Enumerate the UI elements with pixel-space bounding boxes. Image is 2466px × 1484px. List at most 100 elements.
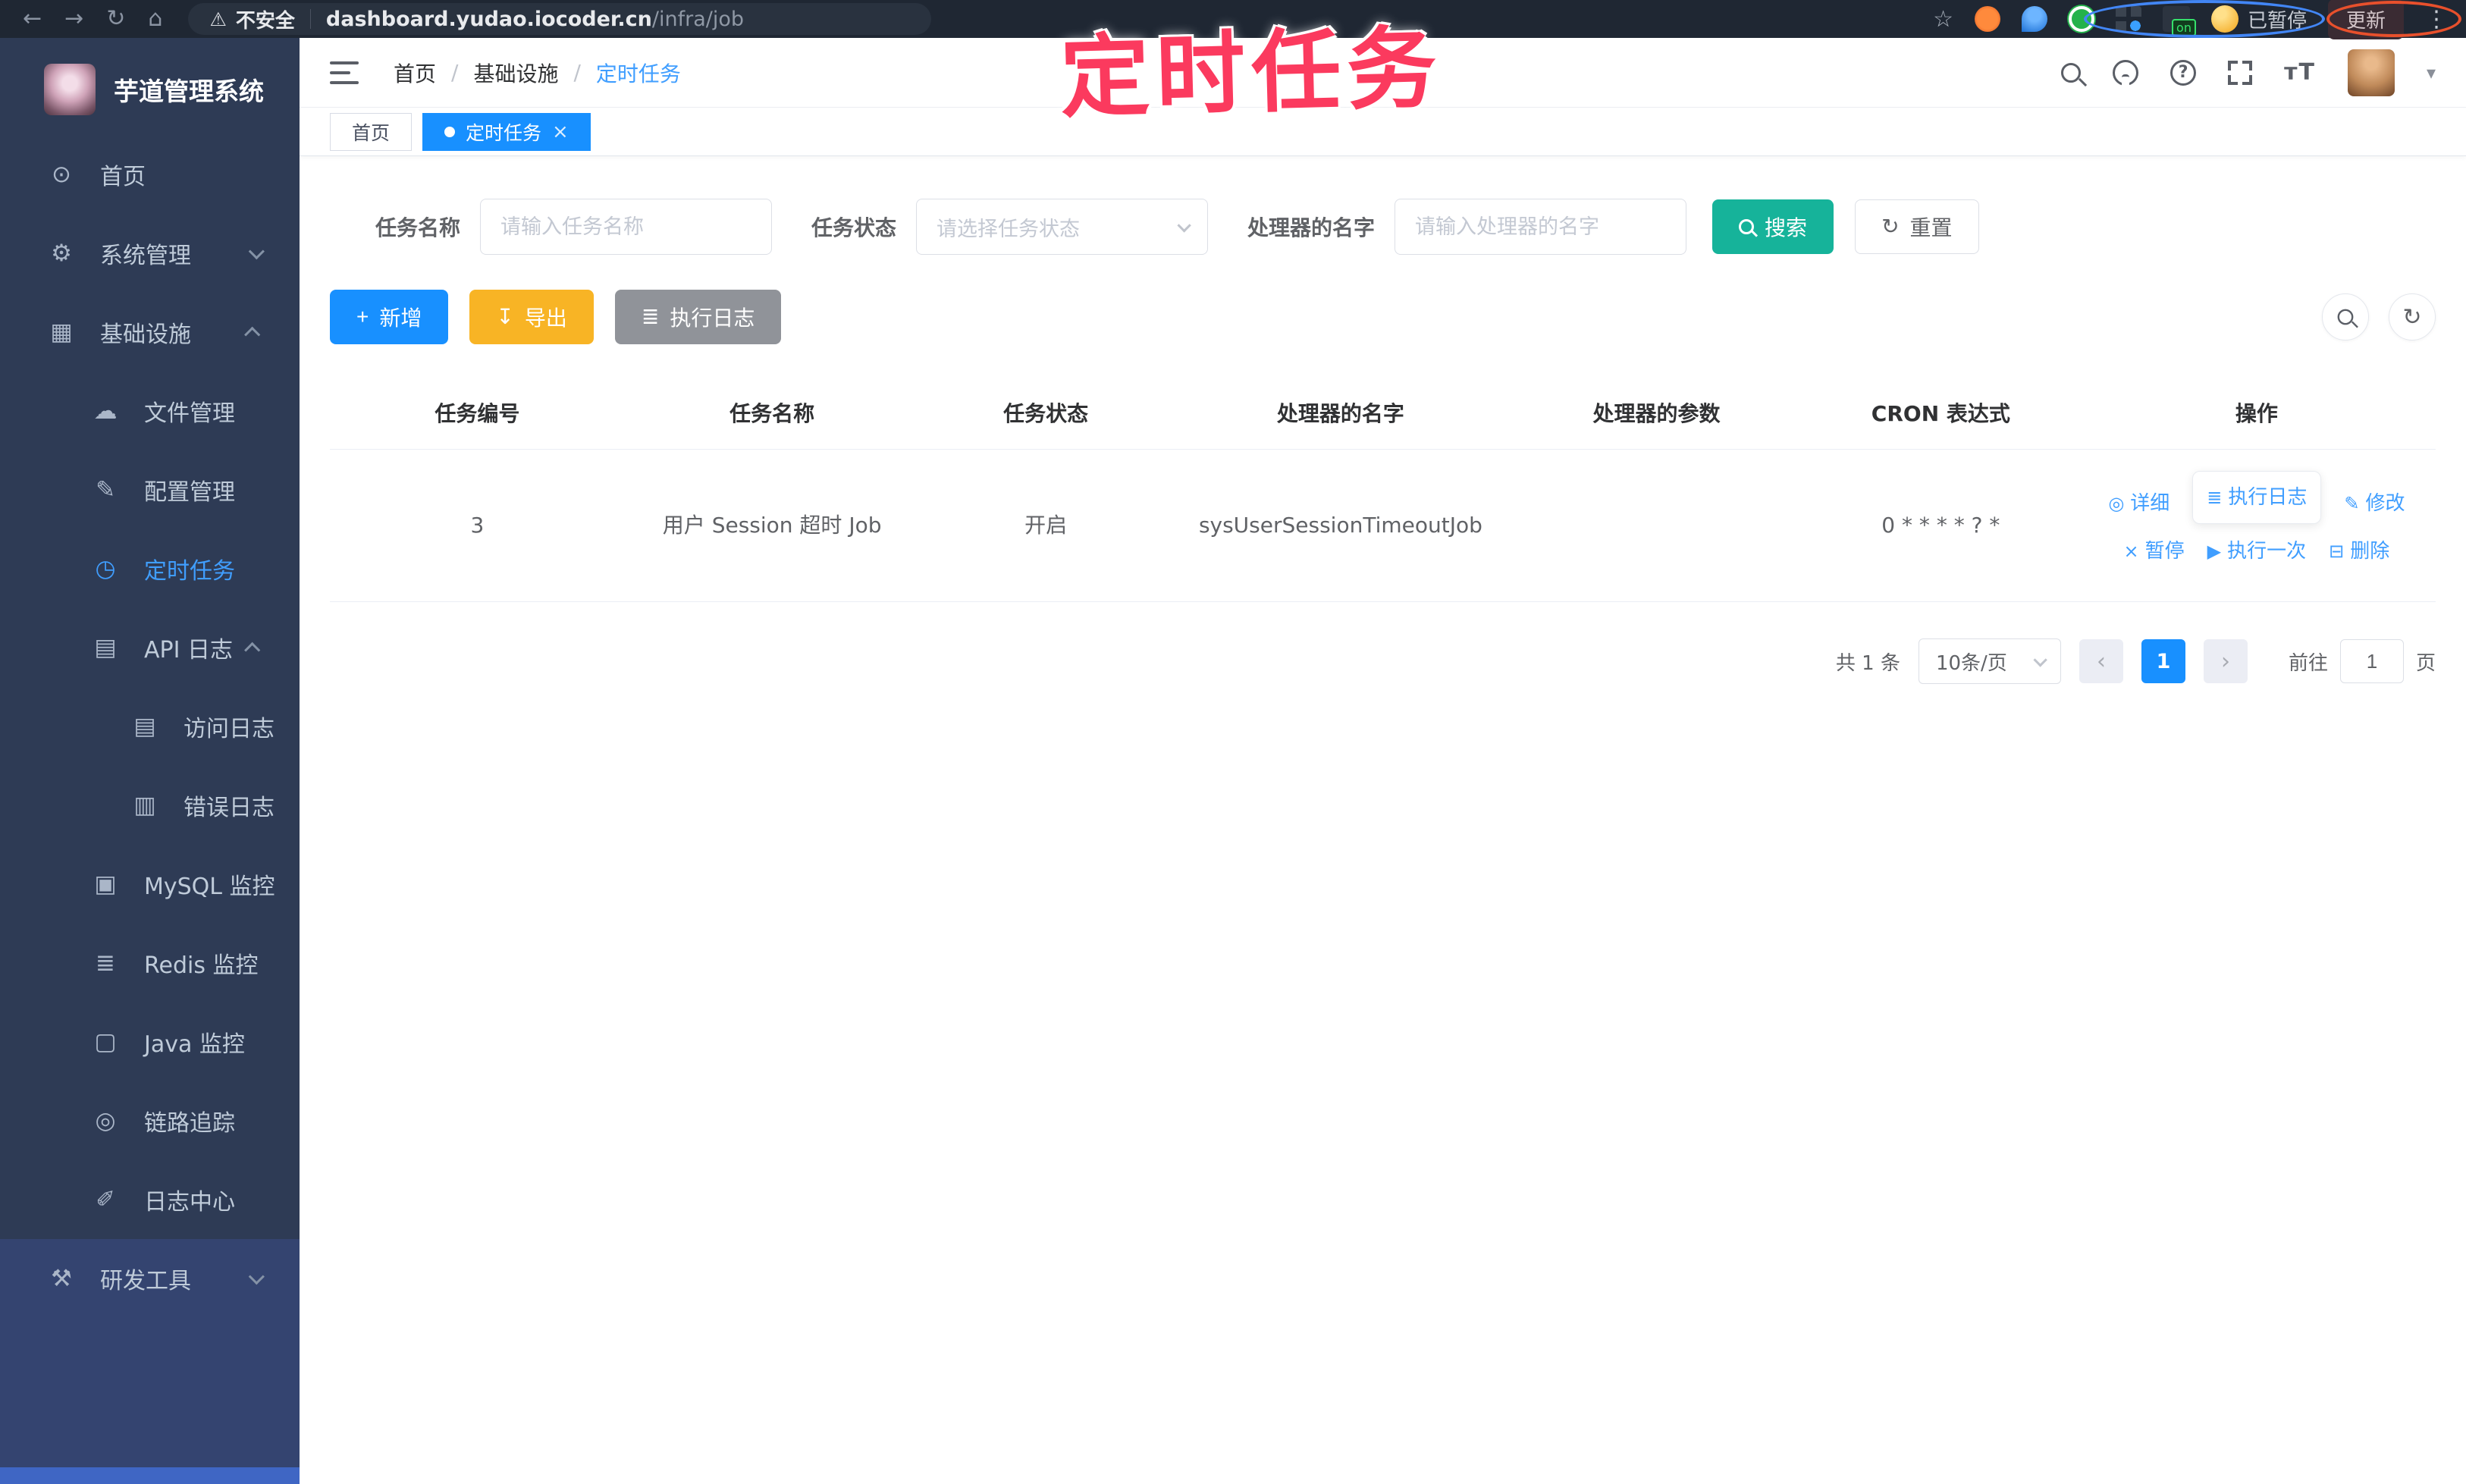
sidebar-item-error-logs[interactable]: ▥ 错误日志 (0, 766, 300, 845)
browser-update-button[interactable]: 更新 (2327, 0, 2404, 39)
search-button[interactable]: 搜索 (1712, 199, 1834, 254)
add-button[interactable]: + 新增 (330, 290, 449, 344)
reset-button[interactable]: ↻ 重置 (1855, 199, 1979, 254)
sidebar-item-scheduled-tasks[interactable]: ◷ 定时任务 (0, 529, 300, 608)
access-log-icon: ▤ (133, 713, 156, 740)
export-button[interactable]: ↧ 导出 (469, 290, 594, 344)
browser-chrome: ← → ↻ ⌂ ⚠ 不安全 dashboard.yudao.iocoder.cn… (0, 0, 2466, 39)
handler-name-input[interactable] (1395, 199, 1687, 255)
run-once-link[interactable]: ▶ 执行一次 (2207, 535, 2306, 568)
sidebar-item-trace[interactable]: ◎ 链路追踪 (0, 1081, 300, 1160)
toggle-search-button[interactable] (2322, 293, 2369, 340)
github-icon[interactable] (2113, 59, 2139, 86)
breadcrumb-home[interactable]: 首页 (394, 58, 436, 88)
browser-back-icon[interactable]: ← (23, 8, 42, 30)
log-icon: ▤ (94, 634, 117, 661)
table-toolbar: + 新增 ↧ 导出 ≣ 执行日志 ↻ (330, 290, 2436, 344)
help-icon[interactable]: ? (2170, 59, 2197, 86)
extension-icon[interactable]: on (2162, 6, 2196, 36)
chevron-down-icon[interactable]: ▾ (2427, 62, 2436, 83)
redis-monitor-icon: ≣ (96, 949, 115, 977)
tab-home[interactable]: 首页 (330, 112, 413, 151)
sidebar-collapse-icon[interactable] (330, 61, 359, 84)
refresh-button[interactable]: ↻ (2389, 293, 2436, 340)
extension-icon[interactable] (2068, 6, 2094, 32)
execution-log-button[interactable]: ≣ 执行日志 (614, 290, 782, 344)
sidebar-menu: ⊙ 首页 ⚙ 系统管理 ▦ 基础设施 ☁ 文件管理 ✎ 配置管理 ◷ 定时任务 … (0, 135, 300, 1239)
task-status-select[interactable]: 请选择任务状态 (916, 199, 1209, 255)
sidebar: 芋道管理系统 ⊙ 首页 ⚙ 系统管理 ▦ 基础设施 ☁ 文件管理 ✎ 配置管理 … (0, 38, 300, 1484)
sidebar-item-config-management[interactable]: ✎ 配置管理 (0, 450, 300, 529)
sidebar-item-java-monitor[interactable]: ▢ Java 监控 (0, 1002, 300, 1081)
bookmark-star-icon[interactable]: ☆ (1933, 6, 1953, 33)
page-unit-label: 页 (2415, 651, 2436, 675)
goto-page-input[interactable] (2339, 639, 2404, 684)
profile-sync-chip[interactable]: 已暂停 (2210, 5, 2307, 33)
page-size-select[interactable]: 10条/页 (1918, 638, 2061, 685)
sidebar-item-redis-monitor[interactable]: ≣ Redis 监控 (0, 924, 300, 1002)
row-execution-log-link[interactable]: ≣ 执行日志 (2192, 471, 2322, 525)
page-content: 任务名称 任务状态 请选择任务状态 处理器的名字 搜索 (300, 156, 2466, 1484)
breadcrumb: 首页 / 基础设施 / 定时任务 (394, 58, 681, 88)
list-icon: ≣ (641, 305, 660, 328)
task-name-input[interactable] (480, 199, 773, 255)
extension-icon[interactable] (2021, 6, 2047, 32)
chevron-up-icon (244, 642, 261, 658)
browser-reload-icon[interactable]: ↻ (106, 8, 125, 30)
error-log-icon: ▥ (133, 792, 156, 819)
extension-icon[interactable] (2115, 6, 2141, 32)
extension-icon[interactable] (1974, 6, 2000, 32)
next-page-button[interactable]: › (2203, 639, 2248, 684)
sidebar-item-api-logs[interactable]: ▤ API 日志 (0, 608, 300, 687)
sidebar-item-log-center[interactable]: ✐ 日志中心 (0, 1160, 300, 1239)
browser-forward-icon[interactable]: → (64, 8, 83, 30)
breadcrumb-infrastructure[interactable]: 基础设施 (473, 58, 558, 88)
list-icon: ≣ (2207, 486, 2223, 508)
fullscreen-icon[interactable] (2228, 60, 2253, 85)
delete-link[interactable]: ⊟ 删除 (2329, 535, 2389, 568)
log-center-icon: ✐ (96, 1186, 115, 1213)
user-avatar[interactable] (2347, 49, 2395, 96)
chevron-down-icon (248, 243, 265, 259)
search-icon (2337, 309, 2354, 325)
sidebar-item-home[interactable]: ⊙ 首页 (0, 135, 300, 214)
cloud-upload-icon: ☁ (93, 397, 118, 425)
security-label: 不安全 (235, 9, 295, 33)
sidebar-item-infrastructure[interactable]: ▦ 基础设施 (0, 293, 300, 372)
col-task-status: 任务状态 (919, 376, 1172, 450)
browser-menu-icon[interactable]: ⋮ (2425, 6, 2448, 33)
pause-link[interactable]: × 暂停 (2124, 535, 2185, 568)
chevron-down-icon (1177, 218, 1191, 233)
col-handler-name: 处理器的名字 (1172, 376, 1510, 450)
edit-link[interactable]: ✎ 修改 (2344, 487, 2405, 520)
infrastructure-icon: ▦ (50, 318, 73, 346)
tab-scheduled-tasks[interactable]: 定时任务 × (422, 112, 591, 151)
close-icon[interactable]: × (552, 122, 569, 142)
app-logo (44, 64, 96, 115)
cell-handler-param (1509, 449, 1804, 603)
sidebar-item-mysql-monitor[interactable]: ▣ MySQL 监控 (0, 845, 300, 924)
page-number-button[interactable]: 1 (2141, 639, 2185, 684)
pagination: 共 1 条 10条/页 ‹ 1 › 前往 页 (330, 638, 2436, 685)
font-size-icon[interactable]: ᴛT (2284, 59, 2316, 86)
sidebar-lower-section: ⚒ 研发工具 (0, 1239, 300, 1484)
sidebar-item-access-logs[interactable]: ▤ 访问日志 (0, 687, 300, 766)
search-icon (1739, 219, 1755, 234)
sidebar-item-file-management[interactable]: ☁ 文件管理 (0, 372, 300, 450)
search-icon[interactable] (2061, 62, 2082, 83)
trace-icon: ◎ (95, 1107, 116, 1134)
address-bar[interactable]: ⚠ 不安全 dashboard.yudao.iocoder.cn /infra/… (188, 3, 932, 35)
handler-name-label: 处理器的名字 (1247, 215, 1376, 240)
detail-link[interactable]: ◎ 详细 (2108, 487, 2170, 520)
browser-home-icon[interactable]: ⌂ (148, 8, 162, 30)
cell-actions: ◎ 详细 ≣ 执行日志 ✎ 修改 × 暂停 ▶ 执行一次 ⊟ 删除 (2077, 449, 2436, 603)
sidebar-scrollbar[interactable] (0, 1467, 300, 1484)
col-cron: CRON 表达式 (1803, 376, 2078, 450)
prev-page-button[interactable]: ‹ (2079, 639, 2123, 684)
gauge-icon: ⊙ (52, 161, 71, 188)
navbar-actions: ? ᴛT ▾ (2061, 49, 2436, 96)
refresh-icon: ↻ (1881, 215, 1900, 238)
sidebar-item-dev-tools[interactable]: ⚒ 研发工具 (0, 1239, 300, 1318)
trash-icon: ⊟ (2329, 540, 2345, 562)
sidebar-item-system-management[interactable]: ⚙ 系统管理 (0, 214, 300, 293)
